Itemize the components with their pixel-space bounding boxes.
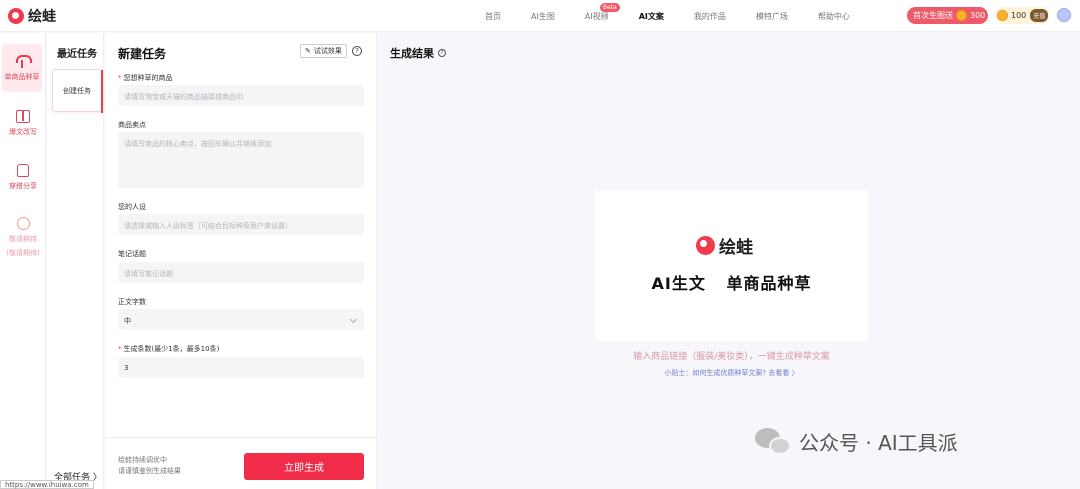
word-count-label: 正文字数 — [118, 298, 146, 306]
points-balance: 100 充值 — [995, 7, 1049, 24]
rail-item-sublabel: (敬请期待) — [6, 248, 40, 257]
disclaimer-line-1: 绘蛙持续调优中 — [118, 456, 167, 464]
coin-icon — [997, 10, 1008, 21]
count-label-text: 生成条数(最少1条，最多10条) — [123, 345, 220, 353]
nav-model-square[interactable]: 模特广场 — [741, 11, 803, 22]
help-icon[interactable]: ? — [438, 49, 446, 57]
try-example-label: 试试效果 — [313, 47, 342, 55]
card-tagline: AI生文 单商品种草 — [651, 274, 812, 293]
watermark-text: 公众号 · AI工具派 — [799, 431, 958, 455]
word-count-value: 中 — [124, 317, 131, 325]
feature-rail: 单商品种草 爆文改写 穿搭分享 敬请期待 (敬请期待) — [0, 33, 46, 489]
chat-icon — [16, 216, 30, 230]
required-mark: * — [118, 345, 122, 353]
tips-line: 小贴士：如何生成优质种草文案? 去看看 〉 — [595, 368, 868, 378]
form-title: 新建任务 — [118, 47, 167, 61]
count-input[interactable]: 3 — [118, 357, 364, 378]
disclaimer: 绘蛙持续调优中 请谨慎鉴别生成结果 — [118, 455, 181, 477]
chevron-down-icon — [349, 315, 358, 324]
rail-item-label: 敬请期待 — [9, 234, 37, 243]
watermark: 公众号 · AI工具派 — [755, 427, 958, 456]
sprout-icon — [15, 54, 32, 68]
user-avatar[interactable] — [1057, 8, 1071, 22]
nav-ai-image[interactable]: AI生图 — [516, 11, 570, 22]
card-logo: 绘蛙 — [696, 233, 753, 258]
promo-amount: 300 — [970, 11, 986, 20]
points-value: 100 — [1011, 11, 1027, 20]
result-placeholder-card: 绘蛙 AI生文 单商品种草 — [595, 190, 868, 341]
card-logo-text: 绘蛙 — [719, 238, 753, 258]
rail-item-label: 爆文改写 — [9, 127, 37, 136]
rail-item-label: 穿搭分享 — [9, 181, 37, 190]
nav-ai-video-label: AI视频 — [584, 11, 609, 21]
tips-action-link[interactable]: 去看看 〉 — [768, 369, 798, 377]
word-count-select[interactable]: 中 — [118, 309, 364, 330]
count-label: * 生成条数(最少1条，最多10条) — [118, 344, 219, 354]
nav-ai-video[interactable]: AI视频 Beta — [570, 2, 624, 22]
create-task-card[interactable]: 创建任务 — [52, 69, 103, 113]
nav-home[interactable]: 首页 — [470, 11, 516, 22]
beta-badge: Beta — [599, 2, 620, 12]
new-task-form: 新建任务 ✎ 试试效果 ? * 您想种草的商品 请填写淘宝或天猫的商品链接或商品I… — [105, 33, 377, 489]
topic-label: 笔记话题 — [118, 250, 146, 258]
logo-icon — [8, 8, 24, 24]
product-label: * 您想种草的商品 — [118, 73, 173, 83]
product-input[interactable]: 请填写淘宝或天猫的商品链接或商品ID — [118, 85, 364, 106]
logo-icon — [696, 236, 715, 255]
book-icon — [16, 109, 30, 123]
app-logo[interactable]: 绘蛙 — [8, 6, 56, 26]
tips-link[interactable]: 如何生成优质种草文案? — [692, 369, 766, 377]
form-divider — [105, 437, 377, 438]
nav-help-center[interactable]: 帮助中心 — [803, 11, 865, 22]
product-label-text: 您想种草的商品 — [123, 74, 173, 82]
shirt-icon — [17, 163, 29, 177]
nav-ai-copywriting[interactable]: AI文案 — [624, 11, 679, 22]
recent-tasks-panel: 最近任务 创建任务 全部任务 〉 — [47, 33, 104, 489]
edit-icon: ✎ — [305, 47, 311, 55]
recent-tasks-title: 最近任务 — [57, 49, 97, 60]
first-image-promo-button[interactable]: 首次生图送 300 — [907, 7, 988, 24]
selling-points-textarea[interactable]: 请填写商品的核心卖点，按回车确认并继续添加 — [118, 132, 364, 188]
recharge-button[interactable]: 充值 — [1030, 9, 1049, 22]
rail-item-coming-soon: 敬请期待 (敬请期待) — [0, 209, 46, 265]
rail-item-label: 单商品种草 — [4, 72, 40, 81]
try-example-button[interactable]: ✎ 试试效果 — [300, 44, 347, 58]
rail-item-single-product[interactable]: 单商品种草 — [2, 44, 42, 92]
result-hint: 输入商品链接（服装/美妆类），一键生成种草文案 — [633, 352, 830, 362]
result-title-text: 生成结果 — [390, 47, 434, 60]
required-mark: * — [118, 74, 122, 82]
top-nav-bar: 绘蛙 首页 AI生图 AI视频 Beta AI文案 我的作品 模特广场 帮助中心… — [0, 0, 1080, 32]
main-nav: 首页 AI生图 AI视频 Beta AI文案 我的作品 模特广场 帮助中心 — [470, 0, 865, 32]
help-icon[interactable]: ? — [352, 46, 362, 56]
tips-prefix: 小贴士： — [664, 369, 693, 377]
result-title: 生成结果 ? — [390, 45, 446, 61]
wechat-icon — [755, 427, 793, 456]
coin-icon — [956, 10, 967, 21]
logo-text: 绘蛙 — [28, 9, 56, 25]
disclaimer-line-2: 请谨慎鉴别生成结果 — [118, 467, 181, 475]
promo-label: 首次生图送 — [913, 11, 953, 20]
topic-input[interactable]: 请填写笔记话题 — [118, 262, 364, 283]
nav-my-works[interactable]: 我的作品 — [679, 11, 741, 22]
selling-points-label: 商品卖点 — [118, 121, 146, 129]
rail-item-outfit-share[interactable]: 穿搭分享 — [0, 153, 46, 201]
persona-label: 您的人设 — [118, 203, 146, 211]
status-bar-url: https://www.ihuiwa.com — [0, 480, 94, 489]
generate-button[interactable]: 立即生成 — [244, 453, 364, 480]
persona-input[interactable]: 请选择或输入人设标签（可结合目标种草用户来设置） — [118, 214, 364, 235]
rail-item-rewrite[interactable]: 爆文改写 — [0, 99, 46, 147]
